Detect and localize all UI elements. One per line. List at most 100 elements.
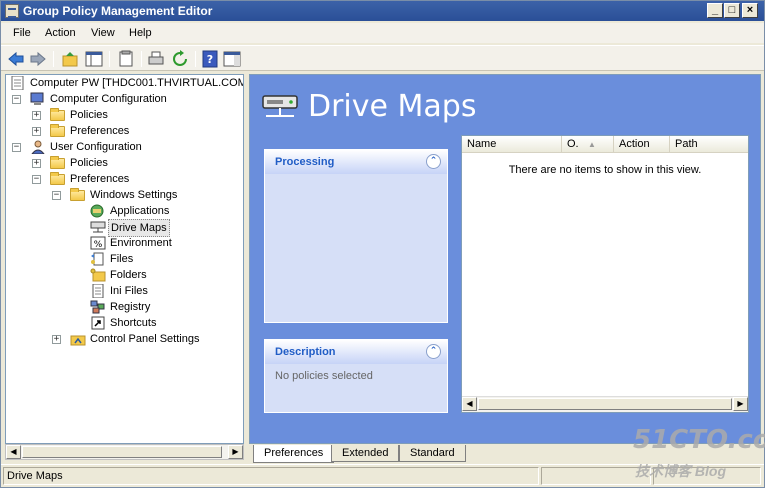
tab-extended[interactable]: Extended bbox=[331, 445, 400, 462]
column-header-name[interactable]: Name bbox=[462, 136, 562, 153]
expand-toggle[interactable]: + bbox=[32, 127, 41, 136]
tree-label-applications: Applications bbox=[110, 205, 170, 217]
watermark-line2: 技术博客 Blog bbox=[635, 463, 726, 479]
column-header-action[interactable]: Action bbox=[614, 136, 670, 153]
refresh-icon[interactable] bbox=[171, 50, 189, 68]
close-button[interactable]: × bbox=[742, 3, 758, 18]
expand-toggle[interactable]: + bbox=[52, 335, 61, 344]
folder-icon bbox=[50, 172, 65, 185]
svg-text:%: % bbox=[94, 240, 103, 250]
watermark-line1: 51CTO.com bbox=[633, 425, 765, 455]
help-icon[interactable]: ? bbox=[201, 50, 219, 68]
title-bar[interactable]: Group Policy Management Editor _ □ × bbox=[1, 1, 764, 21]
tree-label-root: Computer PW [THDC001.THVIRTUAL.COM] P bbox=[30, 77, 244, 89]
forward-arrow-icon[interactable] bbox=[29, 50, 47, 68]
tree-label-policies: Policies bbox=[70, 157, 108, 169]
toolbar-separator bbox=[141, 51, 142, 67]
collapse-chevron-icon[interactable]: ⌃ bbox=[426, 344, 441, 359]
menu-view[interactable]: View bbox=[91, 27, 115, 39]
column-header-order-label: O. bbox=[567, 138, 579, 150]
registry-icon bbox=[90, 300, 105, 314]
description-panel: Description ⌃ No policies selected bbox=[264, 339, 448, 413]
user-icon bbox=[31, 140, 45, 154]
details-pane: Drive Maps Processing ⌃ Description ⌃ No… bbox=[249, 74, 761, 444]
folder-icon bbox=[50, 108, 65, 121]
editor-window: Group Policy Management Editor _ □ × Fil… bbox=[0, 0, 765, 488]
files-icon bbox=[91, 252, 104, 266]
description-panel-header[interactable]: Description ⌃ bbox=[265, 340, 447, 364]
window-title: Group Policy Management Editor bbox=[23, 4, 213, 18]
tree-label-ini-files: Ini Files bbox=[110, 285, 148, 297]
tree-label-folders: Folders bbox=[110, 269, 147, 281]
page-title: Drive Maps bbox=[308, 89, 477, 124]
properties-icon[interactable] bbox=[117, 50, 135, 68]
tab-standard[interactable]: Standard bbox=[399, 445, 466, 462]
tree-horizontal-scrollbar[interactable]: ◀ ▶ bbox=[5, 444, 244, 460]
tree-label-files: Files bbox=[110, 253, 134, 265]
menu-bar: File Action View Help bbox=[1, 23, 764, 43]
expand-toggle[interactable]: + bbox=[32, 111, 41, 120]
list-horizontal-scrollbar[interactable]: ◀ ▶ bbox=[462, 396, 748, 412]
column-header-order[interactable]: O. ▲ bbox=[562, 136, 614, 153]
tree-label-registry: Registry bbox=[110, 301, 151, 313]
description-title: Description bbox=[275, 346, 336, 358]
tree-label-preferences: Preferences bbox=[70, 173, 130, 185]
gpme-app-icon bbox=[5, 4, 19, 18]
tree-label-shortcuts: Shortcuts bbox=[110, 317, 157, 329]
ini-file-icon bbox=[92, 284, 104, 298]
tab-preferences[interactable]: Preferences bbox=[253, 445, 335, 463]
back-arrow-icon[interactable] bbox=[7, 50, 25, 68]
scroll-left-arrow-icon[interactable]: ◀ bbox=[6, 445, 21, 459]
collapse-toggle[interactable]: − bbox=[52, 191, 61, 200]
tree-label-environment: Environment bbox=[110, 237, 172, 249]
drive-maps-list[interactable]: Name O. ▲ Action Path There are no items… bbox=[461, 135, 749, 413]
scroll-thumb[interactable] bbox=[478, 398, 732, 410]
applications-icon bbox=[90, 204, 104, 218]
collapse-chevron-icon[interactable]: ⌃ bbox=[426, 154, 441, 169]
scroll-thumb[interactable] bbox=[22, 446, 222, 458]
menu-help[interactable]: Help bbox=[129, 27, 152, 39]
scroll-left-arrow-icon[interactable]: ◀ bbox=[462, 397, 477, 411]
scroll-right-arrow-icon[interactable]: ▶ bbox=[228, 445, 243, 459]
maximize-button[interactable]: □ bbox=[724, 3, 740, 18]
svg-text:?: ? bbox=[207, 53, 213, 66]
tree-label-computer-configuration: Computer Configuration bbox=[50, 93, 167, 105]
menu-file[interactable]: File bbox=[13, 27, 31, 39]
toolbar-separator bbox=[109, 51, 110, 67]
column-header-path[interactable]: Path bbox=[670, 136, 748, 153]
environment-icon: % bbox=[90, 236, 106, 250]
expand-toggle[interactable]: + bbox=[32, 159, 41, 168]
show-action-pane-icon[interactable] bbox=[223, 50, 241, 68]
collapse-toggle[interactable]: − bbox=[12, 143, 21, 152]
toolbar: ? bbox=[1, 45, 764, 71]
minimize-button[interactable]: _ bbox=[707, 3, 723, 18]
tree-label-windows-settings: Windows Settings bbox=[90, 189, 178, 201]
up-folder-icon[interactable] bbox=[61, 50, 79, 68]
empty-list-message: There are no items to show in this view. bbox=[508, 164, 702, 176]
toolbar-separator bbox=[53, 51, 54, 67]
status-text: Drive Maps bbox=[3, 467, 539, 485]
folder-icon bbox=[50, 124, 65, 137]
show-hide-tree-icon[interactable] bbox=[85, 50, 103, 68]
processing-title: Processing bbox=[275, 156, 335, 168]
gpo-document-icon bbox=[11, 76, 24, 90]
control-panel-icon bbox=[70, 335, 86, 346]
description-text: No policies selected bbox=[275, 370, 373, 382]
toolbar-separator bbox=[195, 51, 196, 67]
folder-icon bbox=[50, 156, 65, 169]
list-header: Name O. ▲ Action Path bbox=[462, 136, 748, 153]
console-tree[interactable]: Computer PW [THDC001.THVIRTUAL.COM] P − … bbox=[5, 74, 244, 444]
menu-action[interactable]: Action bbox=[45, 27, 76, 39]
processing-panel-header[interactable]: Processing ⌃ bbox=[265, 150, 447, 174]
scroll-right-arrow-icon[interactable]: ▶ bbox=[733, 397, 748, 411]
print-icon[interactable] bbox=[147, 50, 165, 68]
collapse-toggle[interactable]: − bbox=[12, 95, 21, 104]
tree-label-user-configuration: User Configuration bbox=[50, 141, 142, 153]
tree-label-control-panel-settings: Control Panel Settings bbox=[90, 333, 200, 345]
sort-ascending-icon: ▲ bbox=[588, 140, 596, 149]
processing-panel: Processing ⌃ bbox=[264, 149, 448, 323]
collapse-toggle[interactable]: − bbox=[32, 175, 41, 184]
computer-icon bbox=[30, 92, 44, 105]
folder-icon bbox=[70, 188, 85, 201]
site-watermark: 51CTO.com 技术博客 Blog bbox=[633, 425, 765, 479]
